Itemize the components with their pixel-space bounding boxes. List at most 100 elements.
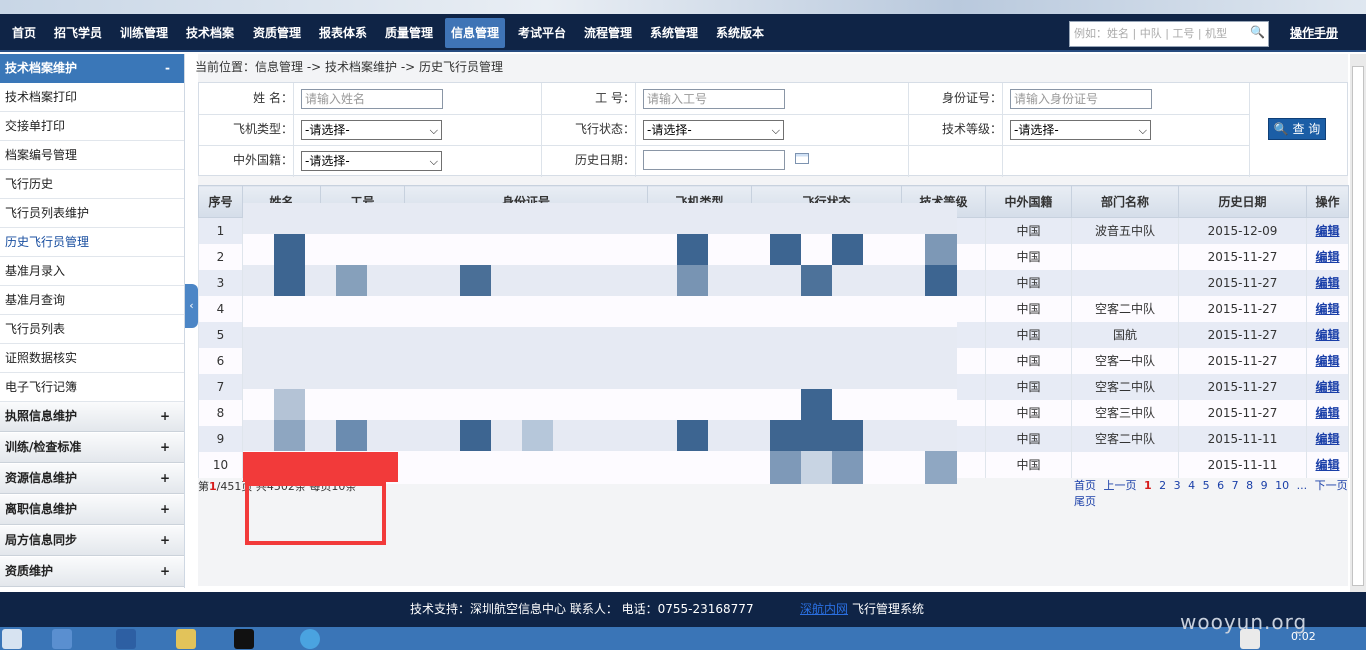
pager-last[interactable]: 尾页	[1074, 495, 1096, 508]
redaction-pixel	[274, 389, 305, 420]
nav-item-info-management[interactable]: 信息管理	[445, 18, 506, 48]
sidebar-item-e-logbook[interactable]: 电子飞行记簿	[0, 373, 184, 402]
cell-nationality: 中国	[985, 399, 1072, 426]
ie-icon[interactable]	[300, 629, 320, 649]
cmd-icon[interactable]	[234, 629, 254, 649]
sidebar-item-record-numbers[interactable]: 档案编号管理	[0, 141, 184, 170]
nav-item-workflow[interactable]: 流程管理	[578, 18, 638, 48]
pager-next[interactable]: 下一页	[1315, 479, 1348, 492]
sidebar-collapse-handle[interactable]: ‹	[185, 284, 198, 328]
pager-page[interactable]: 4	[1188, 479, 1195, 492]
pager-page[interactable]: 10	[1275, 479, 1289, 492]
sidebar-group-authority-sync[interactable]: 局方信息同步 +	[0, 526, 184, 556]
cell-department: 国航	[1071, 321, 1179, 348]
server-manager-icon[interactable]	[52, 629, 72, 649]
nationality-select[interactable]: -请选择- ⌵	[301, 151, 442, 171]
cell-no: 8	[198, 399, 243, 426]
sidebar-item-pilot-list[interactable]: 飞行员列表	[0, 315, 184, 344]
edit-link[interactable]: 编辑	[1306, 347, 1349, 374]
sidebar-group-resignation[interactable]: 离职信息维护 +	[0, 495, 184, 525]
collapse-sign-icon: -	[165, 61, 170, 75]
sidebar-item-print-handover[interactable]: 交接单打印	[0, 112, 184, 141]
pager-page[interactable]: 2	[1159, 479, 1166, 492]
nav-item-system[interactable]: 系统管理	[644, 18, 704, 48]
redaction-band	[243, 296, 957, 327]
form-col-divider	[1002, 83, 1003, 177]
expand-sign-icon: +	[159, 502, 170, 516]
cell-department: 空客一中队	[1071, 347, 1179, 374]
sidebar-item-print-records[interactable]: 技术档案打印	[0, 83, 184, 112]
history-date-input[interactable]	[643, 150, 785, 170]
edit-link[interactable]: 编辑	[1306, 451, 1349, 478]
nav-item-qualification[interactable]: 资质管理	[247, 18, 307, 48]
edit-link[interactable]: 编辑	[1306, 217, 1349, 244]
sidebar-group-qualification[interactable]: 资质维护 +	[0, 557, 184, 587]
pager-ellipsis[interactable]: ...	[1297, 479, 1308, 492]
pager-prev[interactable]: 上一页	[1104, 479, 1137, 492]
edit-link[interactable]: 编辑	[1306, 295, 1349, 322]
cell-department: 空客三中队	[1071, 399, 1179, 426]
pager-page[interactable]: 6	[1217, 479, 1224, 492]
search-form: 姓 名： 请输入姓名 工 号： 请输入工号 身份证号： 请输入身份证号 飞机类型…	[198, 82, 1348, 177]
edit-link[interactable]: 编辑	[1306, 269, 1349, 296]
sidebar-header-tech-records[interactable]: 技术档案维护 -	[0, 54, 184, 83]
nav-item-version[interactable]: 系统版本	[710, 18, 770, 48]
pager-page[interactable]: 9	[1261, 479, 1268, 492]
sidebar-item-license-verify[interactable]: 证照数据核实	[0, 344, 184, 373]
sidebar-item-baseline-entry[interactable]: 基准月录入	[0, 257, 184, 286]
pager-page[interactable]: 3	[1174, 479, 1181, 492]
cell-no: 5	[198, 321, 243, 348]
page-info-prefix: 第	[198, 480, 209, 493]
footer-intranet-link[interactable]: 深航内网	[800, 592, 848, 627]
pager-page[interactable]: 8	[1246, 479, 1253, 492]
redaction-pixel	[677, 234, 708, 265]
aircraft-type-select[interactable]: -请选择- ⌵	[301, 120, 442, 140]
redaction-pixel	[770, 234, 801, 265]
edit-link[interactable]: 编辑	[1306, 321, 1349, 348]
sidebar-item-history-pilots[interactable]: 历史飞行员管理	[0, 228, 184, 257]
tech-level-select[interactable]: -请选择- ⌵	[1010, 120, 1151, 140]
name-input[interactable]: 请输入姓名	[301, 89, 443, 109]
sidebar: 技术档案维护 - 技术档案打印 交接单打印 档案编号管理 飞行历史 飞行员列表维…	[0, 54, 185, 588]
edit-link[interactable]: 编辑	[1306, 425, 1349, 452]
calendar-icon[interactable]	[795, 153, 809, 164]
nav-search-input[interactable]: 例如：姓名 | 中队 | 工号 | 机型	[1069, 21, 1269, 47]
manual-link[interactable]: 操作手册	[1290, 24, 1338, 41]
pager-page[interactable]: 5	[1203, 479, 1210, 492]
redaction-pixel	[460, 265, 491, 296]
nav-item-exam[interactable]: 考试平台	[512, 18, 572, 48]
edit-link[interactable]: 编辑	[1306, 243, 1349, 270]
nav-item-reports[interactable]: 报表体系	[313, 18, 373, 48]
nav-item-training[interactable]: 训练管理	[114, 18, 174, 48]
col-header-operation: 操作	[1306, 185, 1349, 218]
nav-item-cadet-recruit[interactable]: 招飞学员	[48, 18, 108, 48]
expand-sign-icon: +	[159, 564, 170, 578]
sidebar-item-pilot-list-maint[interactable]: 飞行员列表维护	[0, 199, 184, 228]
cell-no: 6	[198, 347, 243, 374]
search-icon[interactable]: 🔍	[1250, 25, 1265, 39]
query-button[interactable]: 🔍 查 询	[1268, 118, 1326, 140]
scrollbar-thumb[interactable]	[1352, 66, 1364, 586]
sidebar-group-license[interactable]: 执照信息维护 +	[0, 402, 184, 432]
nav-item-tech-records[interactable]: 技术档案	[180, 18, 240, 48]
start-icon[interactable]	[2, 629, 22, 649]
pager-page[interactable]: 7	[1232, 479, 1239, 492]
cell-nationality: 中国	[985, 217, 1072, 244]
sidebar-item-baseline-query[interactable]: 基准月查询	[0, 286, 184, 315]
nav-item-quality[interactable]: 质量管理	[379, 18, 439, 48]
nav-item-home[interactable]: 首页	[6, 18, 42, 48]
empno-input[interactable]: 请输入工号	[643, 89, 785, 109]
idcard-input[interactable]: 请输入身份证号	[1010, 89, 1152, 109]
edit-link[interactable]: 编辑	[1306, 399, 1349, 426]
sidebar-item-flight-history[interactable]: 飞行历史	[0, 170, 184, 199]
cell-department	[1071, 243, 1179, 270]
redaction-pixel	[274, 420, 305, 451]
pager-first[interactable]: 首页	[1074, 479, 1096, 492]
sidebar-group-resource[interactable]: 资源信息维护 +	[0, 464, 184, 494]
flight-status-select[interactable]: -请选择- ⌵	[643, 120, 784, 140]
edit-link[interactable]: 编辑	[1306, 373, 1349, 400]
sidebar-group-training-standard[interactable]: 训练/检查标准 +	[0, 433, 184, 463]
powershell-icon[interactable]	[116, 629, 136, 649]
explorer-folder-icon[interactable]	[176, 629, 196, 649]
cell-nationality: 中国	[985, 425, 1072, 452]
